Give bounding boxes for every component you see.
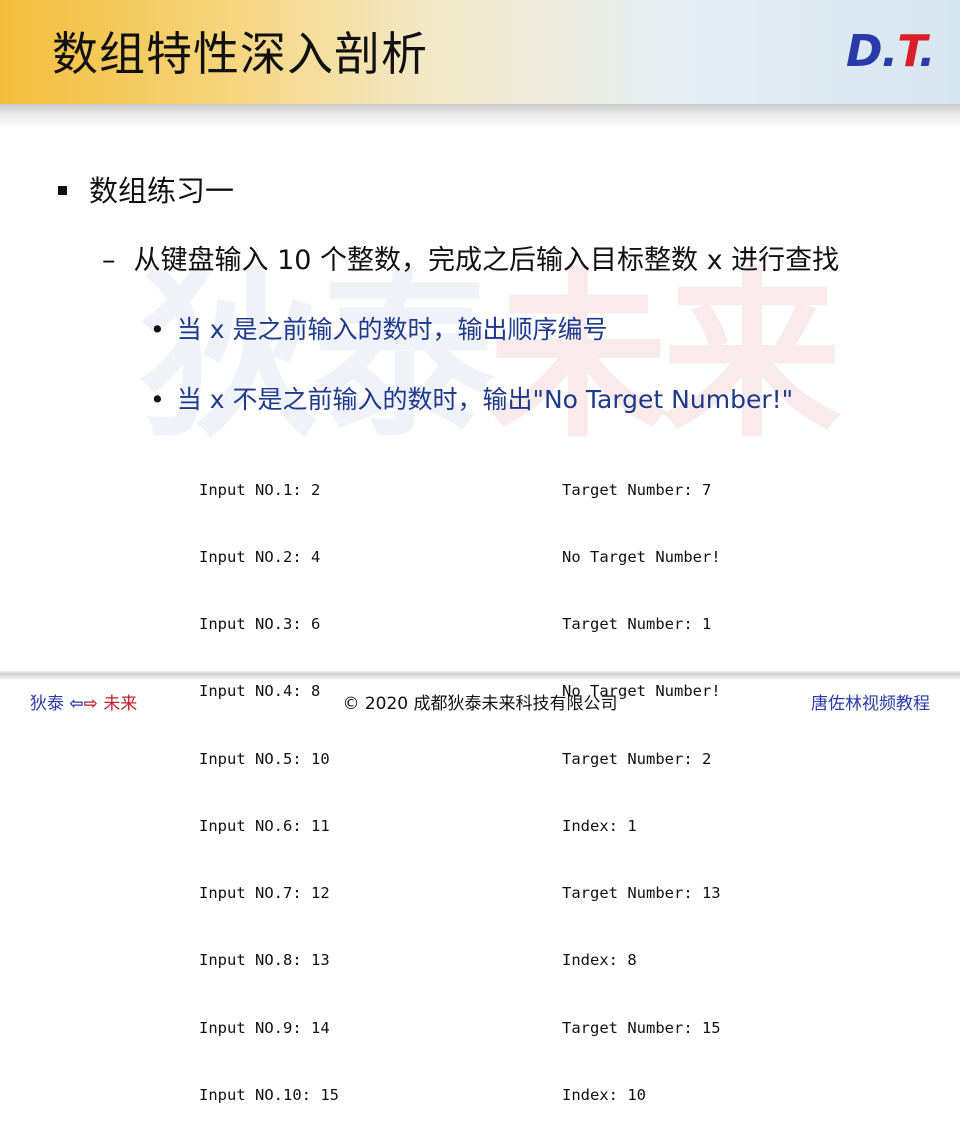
footer-course-name: 唐佐林视频教程: [811, 694, 930, 714]
bullet-level3-first: • 当 x 是之前输入的数时，输出顺序编号: [150, 310, 607, 346]
logo-dot: .: [881, 26, 899, 77]
code-line: Input NO.1: 2: [199, 480, 321, 499]
slide-title: 数组特性深入剖析: [52, 27, 428, 81]
bullet-level1: 数组练习一: [58, 168, 234, 210]
dot-bullet-icon: •: [150, 315, 165, 344]
square-bullet-icon: [58, 185, 67, 195]
bullet-level3-text: 当 x 是之前输入的数时，输出顺序编号: [176, 315, 608, 344]
bullet-level1-text: 数组练习一: [89, 174, 235, 208]
logo-dot: .: [918, 26, 936, 77]
code-line: Input NO.2: 4: [199, 548, 321, 567]
code-line: Input NO.6: 11: [199, 816, 330, 835]
code-line: Input NO.10: 15: [199, 1085, 339, 1104]
bullet-level2-text: 从键盘输入 10 个整数，完成之后输入目标整数 x 进行查找: [133, 245, 840, 276]
dot-bullet-icon: •: [150, 385, 165, 414]
logo-d: D: [846, 26, 883, 77]
watermark-part1: 狄泰: [140, 253, 494, 462]
watermark-part2: 未来: [488, 253, 842, 462]
code-line: Input NO.7: 12: [199, 884, 330, 903]
code-line: Index: 8: [562, 951, 637, 970]
bullet-level3-second: • 当 x 不是之前输入的数时，输出"No Target Number!": [150, 380, 793, 416]
dash-bullet-icon: –: [102, 245, 116, 276]
logo-t: T: [897, 26, 920, 77]
code-line: No Target Number!: [562, 548, 721, 567]
logo: D.T.: [846, 26, 935, 77]
code-line: Target Number: 15: [562, 1018, 721, 1037]
code-output-search-results: Target Number: 7 No Target Number! Targe…: [562, 434, 721, 1129]
watermark: 狄泰未来: [140, 268, 842, 448]
footer-divider: [0, 670, 960, 680]
code-line: Target Number: 13: [562, 884, 721, 903]
code-line: Input NO.5: 10: [199, 749, 330, 768]
bullet-level3-text: 当 x 不是之前输入的数时，输出"No Target Number!": [176, 385, 794, 414]
code-line: Input NO.3: 6: [199, 615, 321, 634]
code-line: Target Number: 2: [562, 749, 712, 768]
code-line: Input NO.9: 14: [199, 1018, 330, 1037]
header-shadow: [0, 104, 960, 128]
code-line: Index: 10: [562, 1085, 646, 1104]
code-line: Input NO.8: 13: [199, 951, 330, 970]
code-output-input-list: Input NO.1: 2 Input NO.2: 4 Input NO.3: …: [199, 434, 339, 1129]
bullet-level2: – 从键盘输入 10 个整数，完成之后输入目标整数 x 进行查找: [102, 238, 839, 277]
code-line: Target Number: 7: [562, 480, 712, 499]
code-line: Target Number: 1: [562, 615, 712, 634]
code-line: Index: 1: [562, 816, 637, 835]
